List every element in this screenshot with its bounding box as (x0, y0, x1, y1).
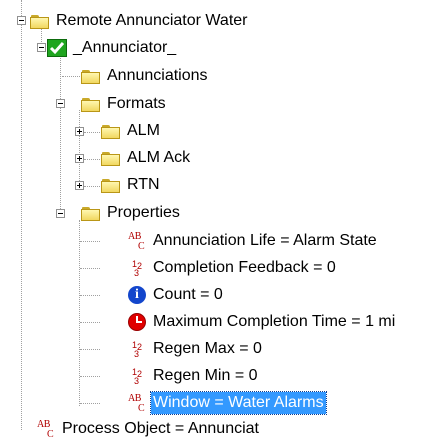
numeric-icon: 123 (132, 367, 143, 386)
tree-line (80, 295, 100, 296)
expand-toggle-rtn[interactable] (75, 181, 84, 190)
tree-node-label: _Annunciator_ (73, 39, 177, 56)
folder-icon (101, 176, 121, 194)
tree-node-label: Annunciation Life = Alarm State (153, 232, 377, 249)
tree-node-label: ALM Ack (127, 149, 191, 166)
tree-line (84, 132, 100, 133)
folder-icon (81, 95, 101, 113)
tree-node-formats[interactable]: Formats (81, 91, 168, 117)
tree-line (79, 220, 80, 406)
tree-node-label: Count = 0 (153, 286, 223, 303)
tree-node-root[interactable]: Remote Annunciator Water (30, 8, 250, 34)
folder-icon (101, 149, 121, 167)
tree-node-label: Properties (107, 204, 180, 221)
expand-toggle-alm[interactable] (75, 127, 84, 136)
tree-line (84, 159, 100, 160)
ab-text-icon: AB C (37, 419, 54, 441)
tree-node-label: Formats (107, 95, 166, 112)
collapse-toggle-properties[interactable] (56, 209, 65, 218)
collapse-toggle-root[interactable] (17, 16, 26, 25)
tree-node-label: Completion Feedback = 0 (153, 259, 336, 276)
tree-node-process-object[interactable]: AB C Process Object = Annunciat (36, 416, 261, 442)
collapse-toggle-annunciator[interactable] (37, 43, 46, 52)
checkmark-icon (47, 39, 67, 57)
tree-node-annunciations[interactable]: Annunciations (81, 63, 210, 89)
tree-node-alm-ack[interactable]: ALM Ack (101, 145, 192, 171)
tree-line (62, 76, 80, 77)
tree-view[interactable]: Remote Annunciator Water _Annunciator_ A… (0, 0, 442, 440)
ab-text-icon: AB C (128, 393, 145, 415)
tree-node-label: Regen Min = 0 (153, 367, 258, 384)
tree-node-property[interactable]: 123 Completion Feedback = 0 (127, 255, 338, 281)
tree-line (80, 241, 100, 242)
folder-icon (81, 67, 101, 85)
tree-node-property[interactable]: Maximum Completion Time = 1 mi (127, 309, 397, 335)
tree-node-property[interactable]: i Count = 0 (127, 282, 225, 308)
tree-node-label: Annunciations (107, 67, 208, 84)
clock-icon (127, 313, 147, 331)
collapse-toggle-formats[interactable] (56, 99, 65, 108)
tree-node-label: Regen Max = 0 (153, 340, 262, 357)
tree-line (79, 110, 80, 185)
tree-node-label: RTN (127, 176, 160, 193)
tree-node-properties[interactable]: Properties (81, 200, 182, 226)
numeric-icon: 123 (132, 259, 143, 278)
info-icon: i (127, 286, 147, 304)
folder-icon (101, 122, 121, 140)
folder-icon (81, 204, 101, 222)
tree-node-property-selected[interactable]: AB C Window = Water Alarms (127, 390, 327, 416)
numeric-icon: 123 (132, 340, 143, 359)
expand-toggle-alm-ack[interactable] (75, 154, 84, 163)
tree-node-label: Window = Water Alarms (150, 391, 327, 415)
tree-line (21, 0, 22, 430)
tree-node-label: Process Object = Annunciat (62, 420, 259, 437)
tree-line (80, 376, 100, 377)
tree-line (60, 55, 61, 213)
tree-node-rtn[interactable]: RTN (101, 172, 162, 198)
folder-icon (30, 12, 50, 30)
tree-line (84, 186, 100, 187)
tree-line (80, 349, 100, 350)
tree-line (80, 322, 100, 323)
tree-line (80, 403, 100, 404)
tree-node-annunciator[interactable]: _Annunciator_ (47, 35, 178, 61)
ab-text-icon: AB C (128, 231, 145, 253)
tree-line (80, 268, 100, 269)
tree-node-property[interactable]: AB C Annunciation Life = Alarm State (127, 228, 379, 254)
tree-node-label: Remote Annunciator Water (56, 12, 248, 29)
tree-node-property[interactable]: 123 Regen Min = 0 (127, 363, 260, 389)
tree-node-label: ALM (127, 122, 160, 139)
tree-node-alm[interactable]: ALM (101, 118, 162, 144)
tree-node-property[interactable]: 123 Regen Max = 0 (127, 336, 264, 362)
tree-node-label: Maximum Completion Time = 1 mi (153, 313, 396, 330)
